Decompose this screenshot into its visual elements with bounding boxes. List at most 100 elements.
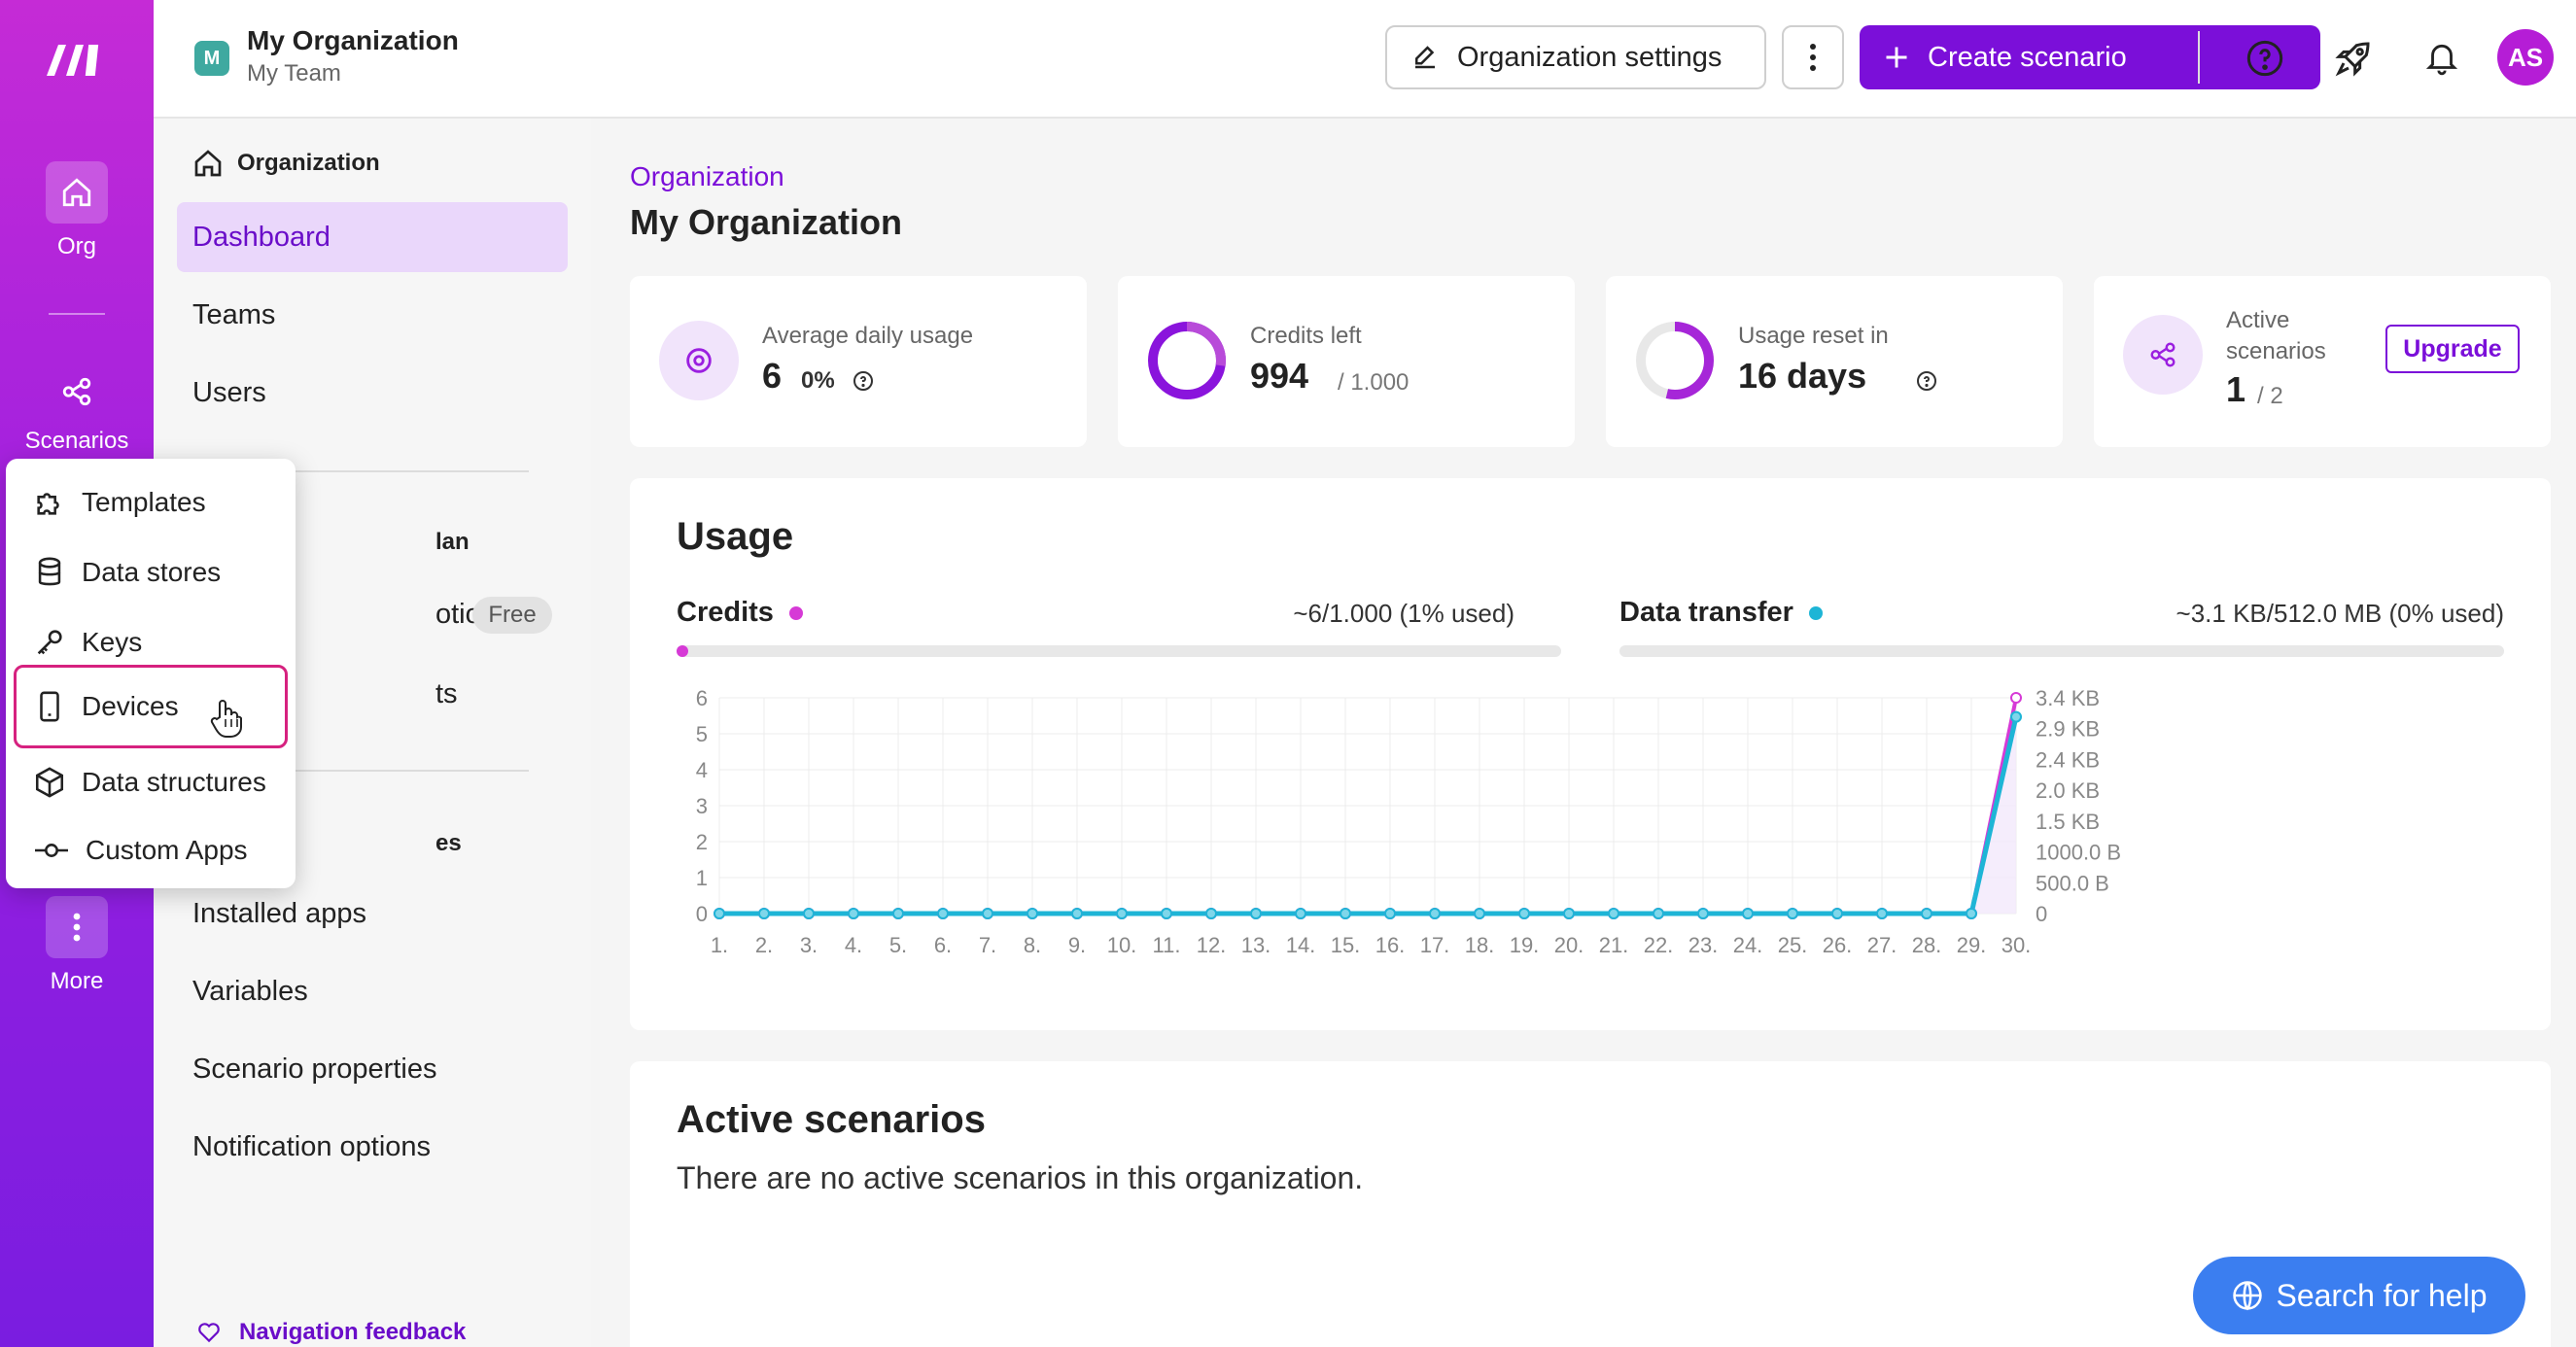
data-transfer-point [1653, 908, 1664, 919]
x-tick-label: 23. [1688, 933, 1719, 957]
sidebar-section-extra: es [435, 830, 462, 856]
rocket-icon[interactable] [2330, 35, 2377, 82]
x-tick-label: 4. [845, 933, 862, 957]
user-avatar[interactable]: AS [2497, 29, 2554, 86]
data-transfer-point [758, 908, 770, 919]
data-transfer-point [1384, 908, 1396, 919]
sidebar-item-scenario-properties[interactable]: Scenario properties [177, 1034, 568, 1104]
organization-settings-label: Organization settings [1457, 41, 1723, 73]
data-transfer-point [1161, 908, 1172, 919]
team-name[interactable]: My Team [247, 60, 341, 87]
usage-title: Usage [677, 515, 794, 558]
y-left-tick-label: 5 [696, 722, 708, 746]
info-icon[interactable] [852, 369, 875, 393]
key-icon [37, 630, 62, 655]
more-vertical-icon [46, 896, 108, 958]
organization-settings-button[interactable]: Organization settings [1385, 25, 1766, 89]
help-icon[interactable] [2242, 35, 2288, 82]
search-for-help-button[interactable]: Search for help [2193, 1257, 2525, 1334]
x-tick-label: 24. [1733, 933, 1763, 957]
x-tick-label: 7. [979, 933, 996, 957]
data-transfer-point [1340, 908, 1351, 919]
rail-more[interactable]: More [0, 896, 154, 995]
x-tick-label: 25. [1778, 933, 1808, 957]
puzzle-icon [37, 493, 59, 515]
menu-item-custom-apps-label: Custom Apps [86, 835, 248, 865]
bell-icon[interactable] [2419, 35, 2465, 82]
menu-item-devices[interactable]: Devices [14, 665, 288, 748]
mobile-device-icon [40, 691, 59, 722]
sidebar-item-variables[interactable]: Variables [177, 956, 568, 1026]
custom-app-icon [35, 844, 68, 857]
navigation-feedback-link[interactable]: Navigation feedback [196, 1319, 466, 1346]
credits-donut [1148, 322, 1226, 399]
credits-left-label: Credits left [1250, 323, 1362, 349]
y-right-tick-label: 500.0 B [2036, 871, 2109, 895]
eye-icon [659, 321, 739, 400]
menu-item-data-stores[interactable]: Data stores [14, 540, 288, 604]
average-usage-label: Average daily usage [762, 323, 974, 349]
credits-point [2010, 692, 2022, 704]
y-left-tick-label: 6 [696, 690, 708, 710]
sidebar-item-notification-options[interactable]: Notification options [177, 1112, 568, 1182]
data-transfer-point [1876, 908, 1888, 919]
credits-progress-track [677, 645, 1561, 657]
x-tick-label: 27. [1867, 933, 1897, 957]
sidebar-item-dashboard[interactable]: Dashboard [177, 202, 568, 272]
x-tick-label: 15. [1331, 933, 1361, 957]
stat-card-usage-reset: Usage reset in 16 days [1606, 276, 2063, 447]
data-transfer-point [1608, 908, 1619, 919]
sidebar-item-teams[interactable]: Teams [177, 280, 568, 350]
y-right-tick-label: 2.0 KB [2036, 778, 2100, 803]
x-tick-label: 21. [1599, 933, 1629, 957]
sidebar-item-users[interactable]: Users [177, 358, 568, 428]
x-tick-label: 13. [1241, 933, 1271, 957]
home-icon [194, 150, 222, 177]
top-bar: M My Organization My Team Organization s… [154, 0, 2576, 119]
x-tick-label: 19. [1510, 933, 1540, 957]
sidebar-heading-label: Organization [237, 150, 380, 176]
y-left-tick-label: 3 [696, 794, 708, 818]
rail-scenarios-label: Scenarios [24, 428, 129, 454]
hand-cursor-icon [210, 700, 242, 738]
rail-org[interactable]: Org [0, 161, 154, 260]
menu-item-data-stores-label: Data stores [82, 557, 222, 587]
y-right-tick-label: 2.4 KB [2036, 747, 2100, 772]
menu-item-templates[interactable]: Templates [14, 470, 288, 535]
stat-card-average-usage: Average daily usage 6 0% [630, 276, 1087, 447]
data-transfer-metric: Data transfer [1619, 597, 1823, 629]
home-icon [46, 161, 108, 224]
data-transfer-point [1474, 908, 1485, 919]
active-scenarios-label-2: scenarios [2226, 338, 2326, 364]
data-transfer-point [1966, 908, 1977, 919]
upgrade-button[interactable]: Upgrade [2385, 325, 2520, 373]
data-transfer-point [1027, 908, 1038, 919]
menu-item-keys-label: Keys [82, 627, 143, 657]
make-logo-icon[interactable] [43, 37, 111, 84]
rail-scenarios[interactable]: Scenarios [0, 365, 154, 455]
create-scenario-label: Create scenario [1928, 41, 2127, 73]
menu-item-custom-apps[interactable]: Custom Apps [14, 818, 288, 882]
menu-item-templates-label: Templates [82, 487, 206, 517]
data-transfer-point [1563, 908, 1575, 919]
data-transfer-metric-label: Data transfer [1619, 597, 1793, 628]
page-title: My Organization [630, 202, 903, 242]
rail-org-label: Org [56, 233, 96, 259]
data-transfer-usage-text: ~3.1 KB/512.0 MB (0% used) [2176, 599, 2504, 628]
menu-item-data-structures[interactable]: Data structures [14, 750, 288, 814]
usage-reset-value: 16 days [1738, 356, 1867, 396]
sidebar-item-payments[interactable]: ts [435, 659, 513, 729]
main-content: Organization My Organization Average dai… [591, 119, 2576, 1347]
share-nodes-icon [46, 365, 108, 418]
x-tick-label: 16. [1375, 933, 1406, 957]
org-name[interactable]: My Organization [247, 25, 459, 56]
usage-chart: 0 1 2 3 4 5 6 0 500.0 B 1000.0 B 1.5 KB 2.0 KB 2.4 K… [696, 690, 2121, 957]
breadcrumb[interactable]: Organization [630, 161, 784, 192]
more-options-button[interactable] [1782, 25, 1844, 89]
y-right-tick-label: 2.9 KB [2036, 717, 2100, 742]
active-scenarios-empty: There are no active scenarios in this or… [677, 1160, 1364, 1195]
database-icon [38, 557, 61, 586]
sidebar-item-installed-apps[interactable]: Installed apps [177, 879, 568, 949]
sidebar-heading: Organization [192, 148, 380, 179]
info-icon[interactable] [1915, 369, 1938, 393]
